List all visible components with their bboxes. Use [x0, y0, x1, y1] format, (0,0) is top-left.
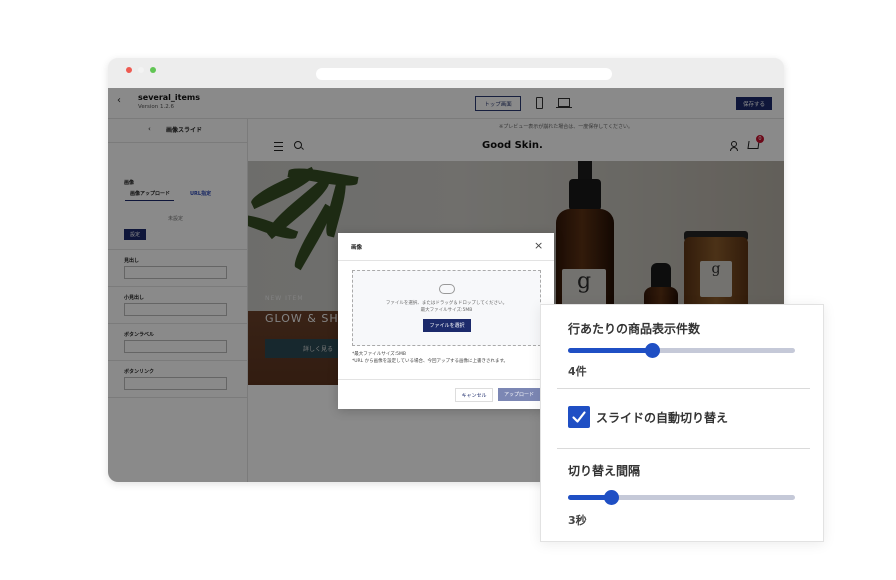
- upload-button[interactable]: アップロード: [498, 388, 540, 401]
- select-file-button[interactable]: ファイルを選択: [423, 319, 471, 332]
- slider-thumb[interactable]: [604, 490, 620, 505]
- cancel-button[interactable]: キャンセル: [455, 388, 493, 402]
- auto-slide-checkbox[interactable]: [568, 406, 590, 428]
- items-per-row-label: 行あたりの商品表示件数: [568, 322, 701, 336]
- items-per-row-slider[interactable]: [568, 343, 795, 358]
- overwrite-note: *URL から画像を設定している場合、今回アップする画像に上書きされます。: [352, 359, 509, 364]
- file-dropzone[interactable]: ファイルを選択、またはドラッグ＆ドロップしてください。 最大ファイルサイズ:5M…: [352, 270, 541, 346]
- close-window-icon[interactable]: [126, 67, 132, 73]
- check-icon: [572, 411, 586, 423]
- display-settings-panel: 行あたりの商品表示件数 4件 スライドの自動切り替え 切り替え間隔 3秒: [540, 304, 824, 542]
- auto-slide-label[interactable]: スライドの自動切り替え: [596, 409, 728, 426]
- max-size-note: *最大ファイルサイズ:5MB: [352, 352, 406, 357]
- interval-slider[interactable]: [568, 490, 795, 505]
- image-upload-modal: 画像 × ファイルを選択、またはドラッグ＆ドロップしてください。 最大ファイルサ…: [338, 233, 554, 409]
- slider-thumb[interactable]: [644, 343, 660, 358]
- cloud-upload-icon: [439, 284, 455, 294]
- modal-title: 画像: [351, 245, 363, 251]
- close-icon[interactable]: ×: [534, 239, 543, 252]
- interval-label: 切り替え間隔: [568, 464, 641, 478]
- divider: [338, 379, 554, 380]
- divider: [557, 388, 810, 389]
- dropzone-size-text: 最大ファイルサイズ:5MB: [420, 308, 473, 313]
- address-bar[interactable]: [316, 68, 612, 80]
- items-per-row-value: 4件: [568, 365, 587, 378]
- interval-value: 3秒: [568, 514, 587, 527]
- slider-fill: [568, 348, 652, 353]
- browser-chrome: [108, 58, 784, 88]
- divider: [557, 448, 810, 449]
- dropzone-text: ファイルを選択、またはドラッグ＆ドロップしてください。: [385, 301, 508, 306]
- divider: [338, 260, 554, 261]
- minimize-window-icon[interactable]: [138, 67, 144, 73]
- maximize-window-icon[interactable]: [150, 67, 156, 73]
